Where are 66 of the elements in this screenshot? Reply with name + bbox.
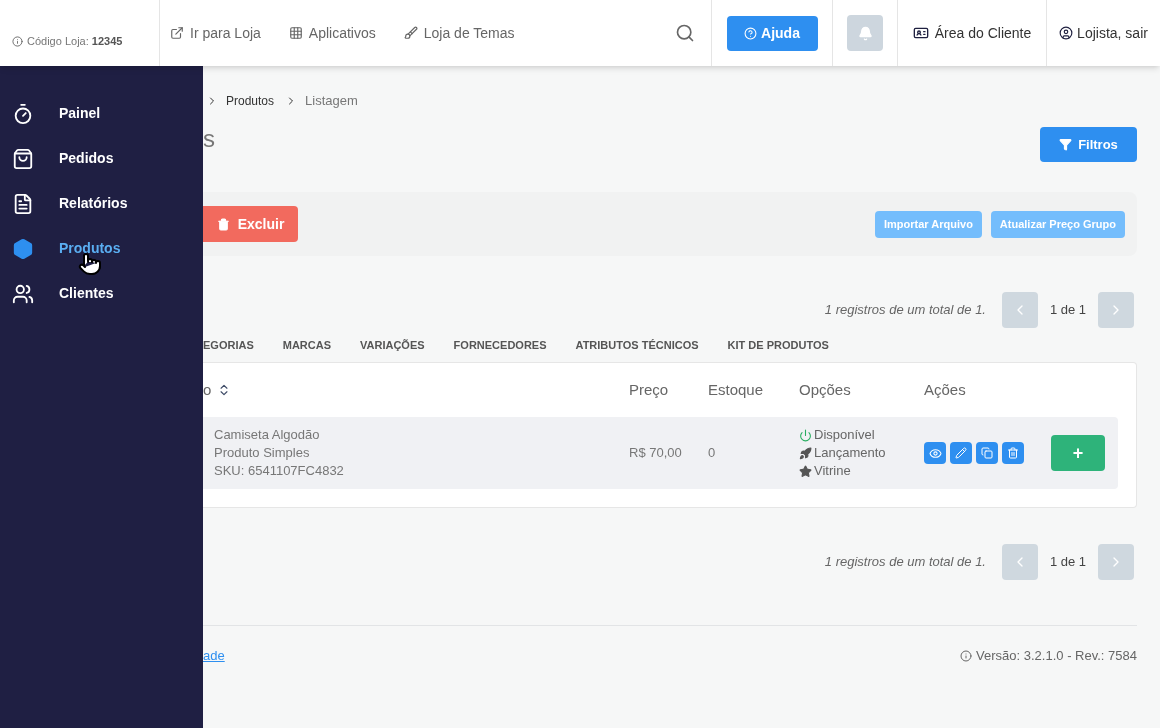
users-icon xyxy=(12,282,34,305)
records-summary: 1 registros de um total de 1. xyxy=(824,553,986,572)
tab[interactable]: ATRIBUTOS TÉCNICOS xyxy=(575,336,699,354)
bag-icon xyxy=(12,147,34,170)
page-indicator: 1 de 1 xyxy=(1048,553,1088,572)
column-header: Ações xyxy=(924,379,966,400)
tab[interactable]: MARCAS xyxy=(282,336,331,354)
option-label: Vitrine xyxy=(799,462,924,480)
nav-link[interactable]: Loja de Temas xyxy=(403,22,515,44)
price-cell-text: R$ 70,00 xyxy=(629,444,683,463)
nav-link[interactable]: Aplicativos xyxy=(288,22,376,44)
rocket-icon xyxy=(799,446,812,460)
product-detail: Camiseta Algodão xyxy=(214,426,321,444)
view-button[interactable] xyxy=(924,442,946,464)
copy-icon xyxy=(981,447,993,459)
tab[interactable]: EGORIAS xyxy=(203,336,254,354)
grid-icon xyxy=(288,26,303,40)
eye-icon xyxy=(928,446,942,460)
version-info: Versão: 3.2.1.0 - Rev.: 7584 xyxy=(960,645,1137,666)
notifications-button[interactable] xyxy=(847,15,883,51)
pencil-icon xyxy=(955,447,967,459)
sidebar-item[interactable]: Pedidos xyxy=(0,136,203,181)
product-detail: SKU: 6541107FC4832 xyxy=(214,462,345,480)
column-header: Preço xyxy=(629,379,670,400)
brush-icon xyxy=(403,26,418,40)
breadcrumb-link[interactable]: Produtos xyxy=(226,92,275,110)
page-indicator: 1 de 1 xyxy=(1048,301,1088,320)
external-link-icon xyxy=(170,26,184,40)
duplicate-button[interactable] xyxy=(976,442,998,464)
power-icon xyxy=(799,428,812,442)
file-icon xyxy=(12,192,34,215)
bell-icon xyxy=(857,25,873,41)
info-icon xyxy=(960,649,973,662)
option-label: Lançamento xyxy=(799,444,924,462)
column-header: Opções xyxy=(799,379,852,400)
tab[interactable]: KIT DE PRODUTOS xyxy=(727,336,829,354)
user-icon xyxy=(1059,26,1074,40)
store-code: Código Loja: 12345 xyxy=(12,32,123,50)
records-summary: 1 registros de um total de 1. xyxy=(824,301,986,320)
delete-row-button[interactable] xyxy=(1002,442,1024,464)
column-header: o xyxy=(203,379,212,400)
tab[interactable]: FORNECEDORES xyxy=(453,336,547,354)
page-title-fragment: s xyxy=(203,124,215,154)
search-icon[interactable] xyxy=(675,23,695,43)
option-label: Disponível xyxy=(799,426,924,444)
column-header: Estoque xyxy=(708,379,765,400)
info-icon xyxy=(12,35,23,47)
sidebar-item[interactable]: Relatórios xyxy=(0,181,203,226)
trash-icon xyxy=(216,217,230,231)
sidebar-item[interactable]: Clientes xyxy=(0,271,203,316)
client-area-link[interactable]: Área do Cliente xyxy=(912,22,1032,44)
sidebar-item[interactable]: Produtos xyxy=(0,226,203,271)
sidebar-item[interactable]: Painel xyxy=(0,91,203,136)
star-icon xyxy=(799,464,812,478)
stock-cell-text: 0 xyxy=(708,444,717,463)
id-card-icon xyxy=(912,25,929,41)
filter-icon xyxy=(1059,138,1073,151)
nav-link[interactable]: Ir para Loja xyxy=(170,22,261,44)
help-icon xyxy=(744,26,758,40)
product-detail: Produto Simples xyxy=(214,444,311,462)
tab[interactable]: VARIAÇÕES xyxy=(360,336,425,354)
hand-cursor-icon xyxy=(78,252,102,276)
edit-button[interactable] xyxy=(950,442,972,464)
breadcrumb-current: Listagem xyxy=(305,92,358,111)
trash-icon xyxy=(1007,447,1019,459)
logout-link[interactable]: Lojista, sair xyxy=(1059,22,1148,44)
